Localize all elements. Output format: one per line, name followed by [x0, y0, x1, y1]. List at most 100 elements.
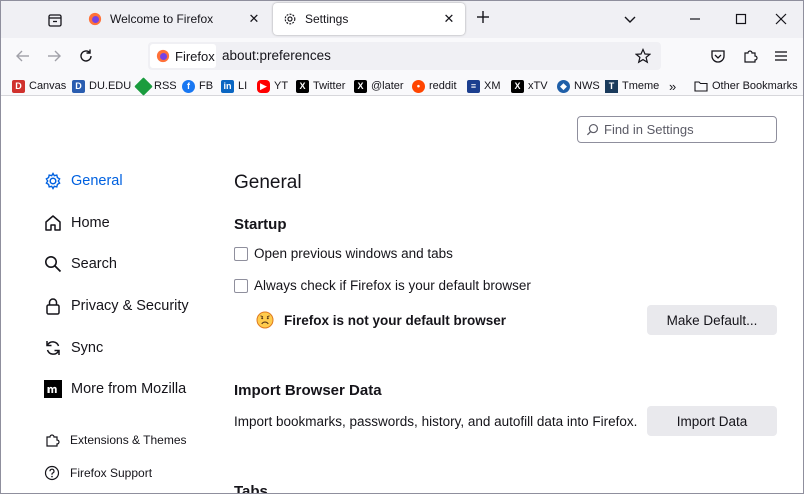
bookmark-label: DU.EDU [89, 80, 132, 92]
bookmark-rss[interactable]: RSS [134, 76, 177, 96]
back-button[interactable] [12, 45, 34, 67]
restore-session-checkbox[interactable] [234, 246, 248, 261]
bookmark-li[interactable]: in LI [221, 78, 247, 94]
navigation-toolbar: Firefox about:preferences [0, 38, 804, 74]
minimize-icon [690, 18, 700, 20]
other-bookmarks-folder[interactable]: Other Bookmarks [694, 78, 798, 94]
reload-icon [80, 49, 92, 62]
rss-icon [134, 76, 153, 96]
category-home[interactable]: Home [42, 212, 110, 234]
bookmark-xtv[interactable]: XxTV [511, 78, 548, 94]
option-label: Open previous windows and tabs [254, 246, 453, 261]
gear-icon [42, 170, 64, 192]
bookmark-xm[interactable]: ≡ XM [467, 78, 501, 94]
bookmark-label: NWS [574, 80, 600, 92]
default-status-text: Firefox is not your default browser [284, 312, 507, 328]
chevron-down-icon [624, 16, 636, 23]
category-sync[interactable]: Sync [42, 337, 103, 359]
bookmark-canvas[interactable]: D Canvas [12, 78, 66, 94]
bookmark-label: LI [238, 80, 248, 92]
search-icon [586, 123, 599, 136]
new-tab-button[interactable] [472, 8, 494, 30]
bookmark-nws[interactable]: ◆ NWS [557, 78, 600, 94]
reload-button[interactable] [75, 45, 97, 67]
reddit-icon: • [412, 79, 425, 93]
help-icon [44, 465, 60, 481]
bookmark-reddit[interactable]: • reddit [412, 78, 457, 94]
always-check-default-option[interactable]: Always check if Firefox is your default … [234, 278, 531, 293]
pocket-button[interactable] [707, 45, 729, 67]
default-browser-status: Firefox is not your default browser [256, 311, 506, 329]
always-check-default-checkbox[interactable] [234, 278, 248, 293]
facebook-icon: f [182, 79, 195, 93]
tab-welcome[interactable]: Welcome to Firefox [78, 3, 270, 35]
bookmark-label: RSS [154, 80, 177, 92]
maximize-button[interactable] [730, 8, 752, 30]
bookmark-label: xTV [528, 80, 548, 92]
home-icon [42, 212, 64, 234]
youtube-icon: ▶ [257, 79, 270, 93]
category-more-from-mozilla[interactable]: More from Mozilla [42, 378, 186, 400]
close-tab-button[interactable]: ✕ [439, 9, 459, 29]
find-in-settings-input[interactable] [604, 122, 764, 137]
firefox-logo-icon [88, 12, 102, 26]
bookmark-label: Other Bookmarks [712, 80, 798, 92]
canvas-icon: D [12, 79, 25, 93]
category-general[interactable]: General [42, 170, 123, 192]
category-search[interactable]: Search [42, 253, 117, 275]
bookmark-tmeme[interactable]: T Tmeme [605, 78, 659, 94]
tabs-heading: Tabs [234, 483, 268, 494]
xm-icon: ≡ [467, 79, 480, 93]
x-icon: X [296, 79, 309, 93]
plus-icon [477, 11, 489, 23]
category-label: General [71, 173, 123, 189]
bookmark-label: FB [199, 80, 214, 92]
bookmark-twitter[interactable]: X Twitter [296, 78, 345, 94]
close-window-button[interactable] [770, 8, 792, 30]
pocket-icon [711, 50, 725, 63]
identity-box[interactable]: Firefox [150, 44, 216, 68]
firefox-support-link[interactable]: Firefox Support [44, 465, 152, 481]
bookmark-du-edu[interactable]: D DU.EDU [72, 78, 131, 94]
search-icon [42, 253, 64, 275]
bookmarks-overflow-button[interactable]: » [669, 78, 676, 94]
hamburger-menu-icon [775, 51, 787, 61]
star-icon [635, 48, 651, 64]
tab-overflow-button[interactable] [619, 8, 641, 30]
link-label: Firefox Support [70, 466, 153, 480]
bookmark-yt[interactable]: ▶ YT [257, 78, 288, 94]
extensions-button[interactable] [739, 45, 761, 67]
url-text[interactable]: about:preferences [222, 48, 331, 63]
restore-session-option[interactable]: Open previous windows and tabs [234, 246, 453, 261]
bookmark-later[interactable]: X @later [354, 78, 404, 94]
maximize-icon [735, 13, 747, 25]
url-bar[interactable]: Firefox about:preferences [148, 42, 661, 70]
lock-icon [42, 295, 64, 317]
x-icon: X [354, 79, 367, 93]
category-label: Sync [71, 340, 104, 356]
import-description: Import bookmarks, passwords, history, an… [234, 414, 638, 429]
forward-button[interactable] [43, 45, 65, 67]
app-menu-button[interactable] [770, 45, 792, 67]
bookmark-fb[interactable]: f FB [182, 78, 213, 94]
bookmark-label: Tmeme [622, 80, 660, 92]
category-privacy-security[interactable]: Privacy & Security [42, 295, 189, 317]
puzzle-icon [744, 50, 758, 63]
tab-settings[interactable]: Settings ✕ [273, 3, 465, 35]
find-in-settings-box[interactable] [577, 116, 777, 143]
make-default-button[interactable]: Make Default... [647, 305, 777, 335]
close-tab-button[interactable]: ✕ [244, 9, 264, 29]
minimize-button[interactable] [684, 8, 706, 30]
bookmark-label: @later [371, 80, 404, 92]
sad-face-icon [256, 311, 274, 329]
bookmark-star-button[interactable] [633, 46, 653, 66]
import-data-button[interactable]: Import Data [647, 406, 777, 436]
puzzle-icon [44, 432, 60, 448]
import-heading: Import Browser Data [234, 382, 382, 399]
list-all-tabs-button[interactable] [44, 9, 66, 31]
category-label: Search [71, 256, 117, 272]
extensions-themes-link[interactable]: Extensions & Themes [44, 432, 187, 448]
tmeme-icon: T [605, 79, 618, 93]
firefox-logo-icon [156, 49, 170, 63]
folder-icon [694, 81, 708, 92]
